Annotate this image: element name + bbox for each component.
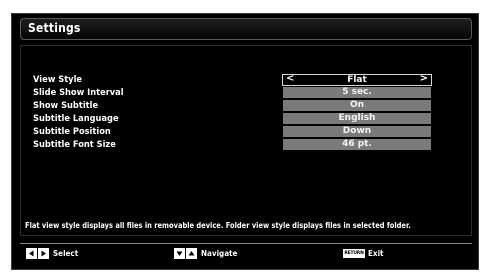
left-arrow-icon[interactable]: < — [286, 74, 294, 84]
setting-row-view-style[interactable]: View Style < Flat > — [21, 74, 471, 86]
setting-row-subtitle-font-size[interactable]: Subtitle Font Size 46 pt. — [21, 139, 471, 151]
setting-row-subtitle-position[interactable]: Subtitle Position Down — [21, 126, 471, 138]
setting-label: Subtitle Language — [33, 114, 119, 124]
select-label: Select — [53, 248, 79, 258]
setting-label: Subtitle Position — [33, 127, 111, 137]
page-title: Settings — [28, 21, 81, 35]
setting-label: View Style — [33, 75, 83, 85]
right-key-icon — [38, 247, 49, 259]
divider — [20, 243, 472, 244]
help-text: Flat view style displays all files in re… — [25, 221, 411, 230]
setting-value[interactable]: Down — [283, 126, 431, 137]
footer-exit-hint: RETURN Exit — [343, 247, 385, 259]
left-key-icon — [26, 247, 37, 259]
exit-label: Exit — [368, 248, 384, 258]
title-bar: Settings — [20, 18, 472, 40]
setting-value[interactable]: English — [283, 113, 431, 124]
setting-value[interactable]: 46 pt. — [283, 139, 431, 150]
setting-row-show-subtitle[interactable]: Show Subtitle On — [21, 100, 471, 112]
settings-panel: View Style < Flat > Slide Show Interval … — [20, 45, 472, 236]
footer-navigate-hint: Navigate — [174, 247, 241, 259]
right-arrow-icon[interactable]: > — [420, 74, 428, 84]
setting-label: Show Subtitle — [33, 101, 99, 111]
navigate-label: Navigate — [201, 248, 238, 258]
down-key-icon — [174, 247, 185, 259]
return-key-icon: RETURN — [343, 248, 365, 258]
setting-value[interactable]: 5 sec. — [283, 87, 431, 98]
setting-value: Flat — [347, 75, 367, 85]
setting-row-slide-show-interval[interactable]: Slide Show Interval 5 sec. — [21, 87, 471, 99]
setting-row-subtitle-language[interactable]: Subtitle Language English — [21, 113, 471, 125]
setting-label: Slide Show Interval — [33, 88, 124, 98]
view-style-selector[interactable]: < Flat > — [282, 74, 432, 86]
up-key-icon — [186, 247, 197, 259]
setting-value[interactable]: On — [283, 100, 431, 111]
setting-label: Subtitle Font Size — [33, 140, 116, 150]
footer-select-hint: Select — [26, 247, 81, 259]
settings-screen: Settings View Style < Flat > Slide Show … — [11, 13, 479, 270]
